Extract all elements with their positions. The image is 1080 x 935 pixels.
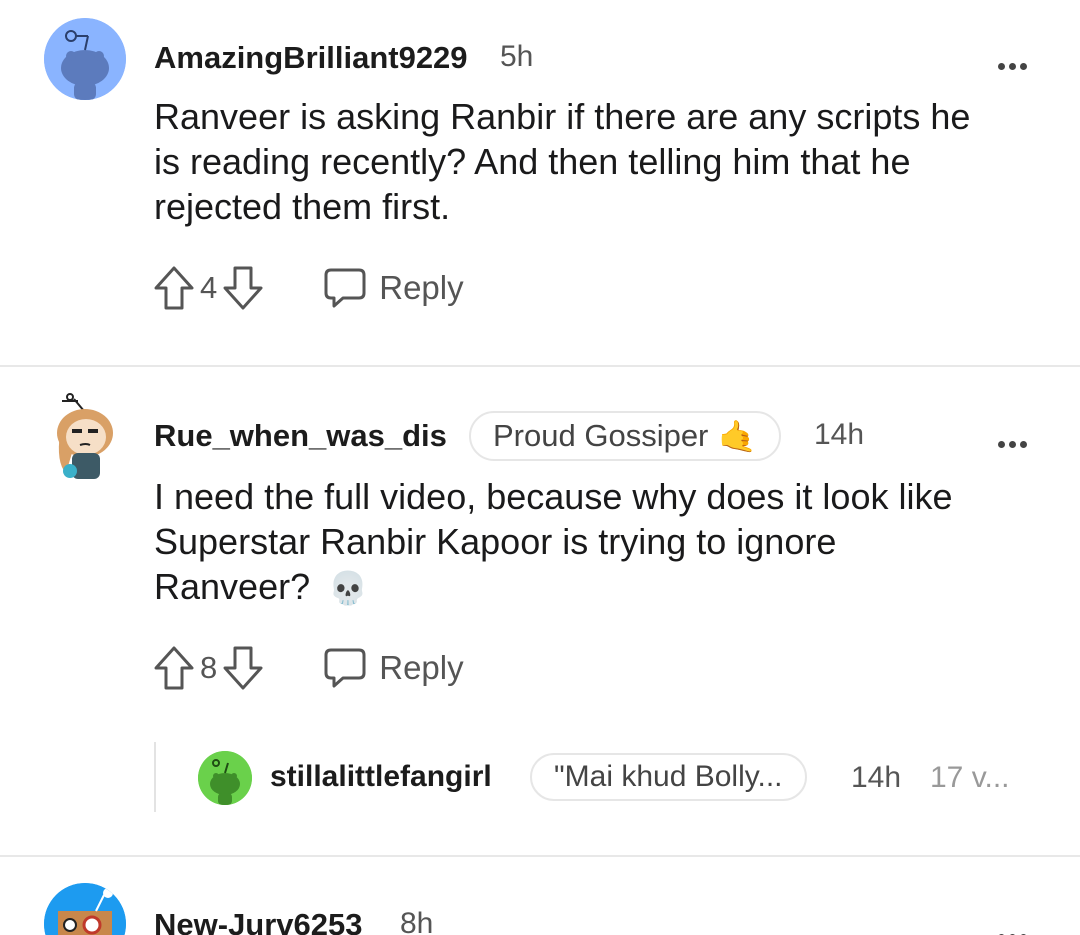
avatar[interactable] [50, 393, 120, 483]
comment-actions: 4 Reply [152, 263, 464, 313]
snoo-avatar-icon [44, 18, 126, 100]
timestamp: 8h [400, 907, 434, 935]
comment-actions: 8 Reply [152, 643, 464, 693]
flair-text: Proud Gossiper [493, 418, 709, 453]
upvote-icon[interactable] [152, 645, 196, 691]
comment-body-line: Ranveer? 💀 [154, 564, 1054, 611]
username[interactable]: New-Jurv6253 [154, 907, 363, 935]
comment-body-line: is reading recently? And then telling hi… [154, 141, 911, 182]
box-robot-avatar-icon [44, 883, 126, 935]
more-options-icon[interactable] [998, 44, 1031, 78]
reply-username[interactable]: stillalittlefangirl [270, 760, 492, 794]
skull-emoji: 💀 [328, 570, 368, 606]
flair-text: "Mai khud Bolly... [554, 760, 783, 793]
comment-body-line: Ranveer is asking Ranbir if there are an… [154, 96, 971, 137]
vote-count: 4 [200, 270, 218, 305]
comment-body-text: Ranveer? [154, 566, 311, 607]
reply-bubble-icon [324, 268, 366, 308]
call-me-hand-emoji: 🤙 [718, 418, 757, 454]
upvote-icon[interactable] [152, 265, 196, 311]
reply-label: Reply [379, 649, 464, 686]
reply-button[interactable]: Reply [323, 647, 464, 689]
reply-timestamp: 14h [851, 761, 902, 794]
comment-body: Ranveer is asking Ranbir if there are an… [154, 94, 1054, 229]
more-options-icon[interactable] [998, 915, 1031, 935]
user-flair: Proud Gossiper 🤙 [469, 411, 781, 461]
downvote-icon[interactable] [221, 645, 265, 691]
username[interactable]: Rue_when_was_dis [154, 418, 447, 454]
more-options-icon[interactable] [998, 422, 1031, 456]
vote-count: 8 [200, 650, 218, 685]
comment-3: New-Jurv6253 8h [0, 857, 1080, 935]
comment-body-line: rejected them first. [154, 186, 451, 227]
reply-bubble-icon [324, 648, 366, 688]
snoo-avatar-icon [198, 751, 252, 805]
thread-line[interactable] [154, 742, 156, 812]
username[interactable]: AmazingBrilliant9229 [154, 40, 468, 76]
reply-label: Reply [379, 269, 464, 306]
avatar[interactable] [44, 883, 126, 935]
downvote-icon[interactable] [221, 265, 265, 311]
timestamp: 5h [500, 40, 534, 73]
character-avatar-icon [57, 393, 113, 479]
avatar[interactable] [198, 751, 252, 805]
comment-body-line: Superstar Ranbir Kapoor is trying to ign… [154, 521, 837, 562]
avatar[interactable] [44, 18, 126, 100]
comment-body: I need the full video, because why does … [154, 474, 1054, 611]
reply-votes-text: 17 v... [930, 761, 1010, 794]
reply-user-flair: "Mai khud Bolly... [530, 753, 807, 801]
comment-2: Rue_when_was_dis Proud Gossiper 🤙 14h I … [0, 367, 1080, 855]
timestamp: 14h [814, 418, 865, 451]
reply-button[interactable]: Reply [323, 267, 464, 309]
comment-body-line: I need the full video, because why does … [154, 476, 953, 517]
comment-1: AmazingBrilliant9229 5h Ranveer is askin… [0, 0, 1080, 366]
